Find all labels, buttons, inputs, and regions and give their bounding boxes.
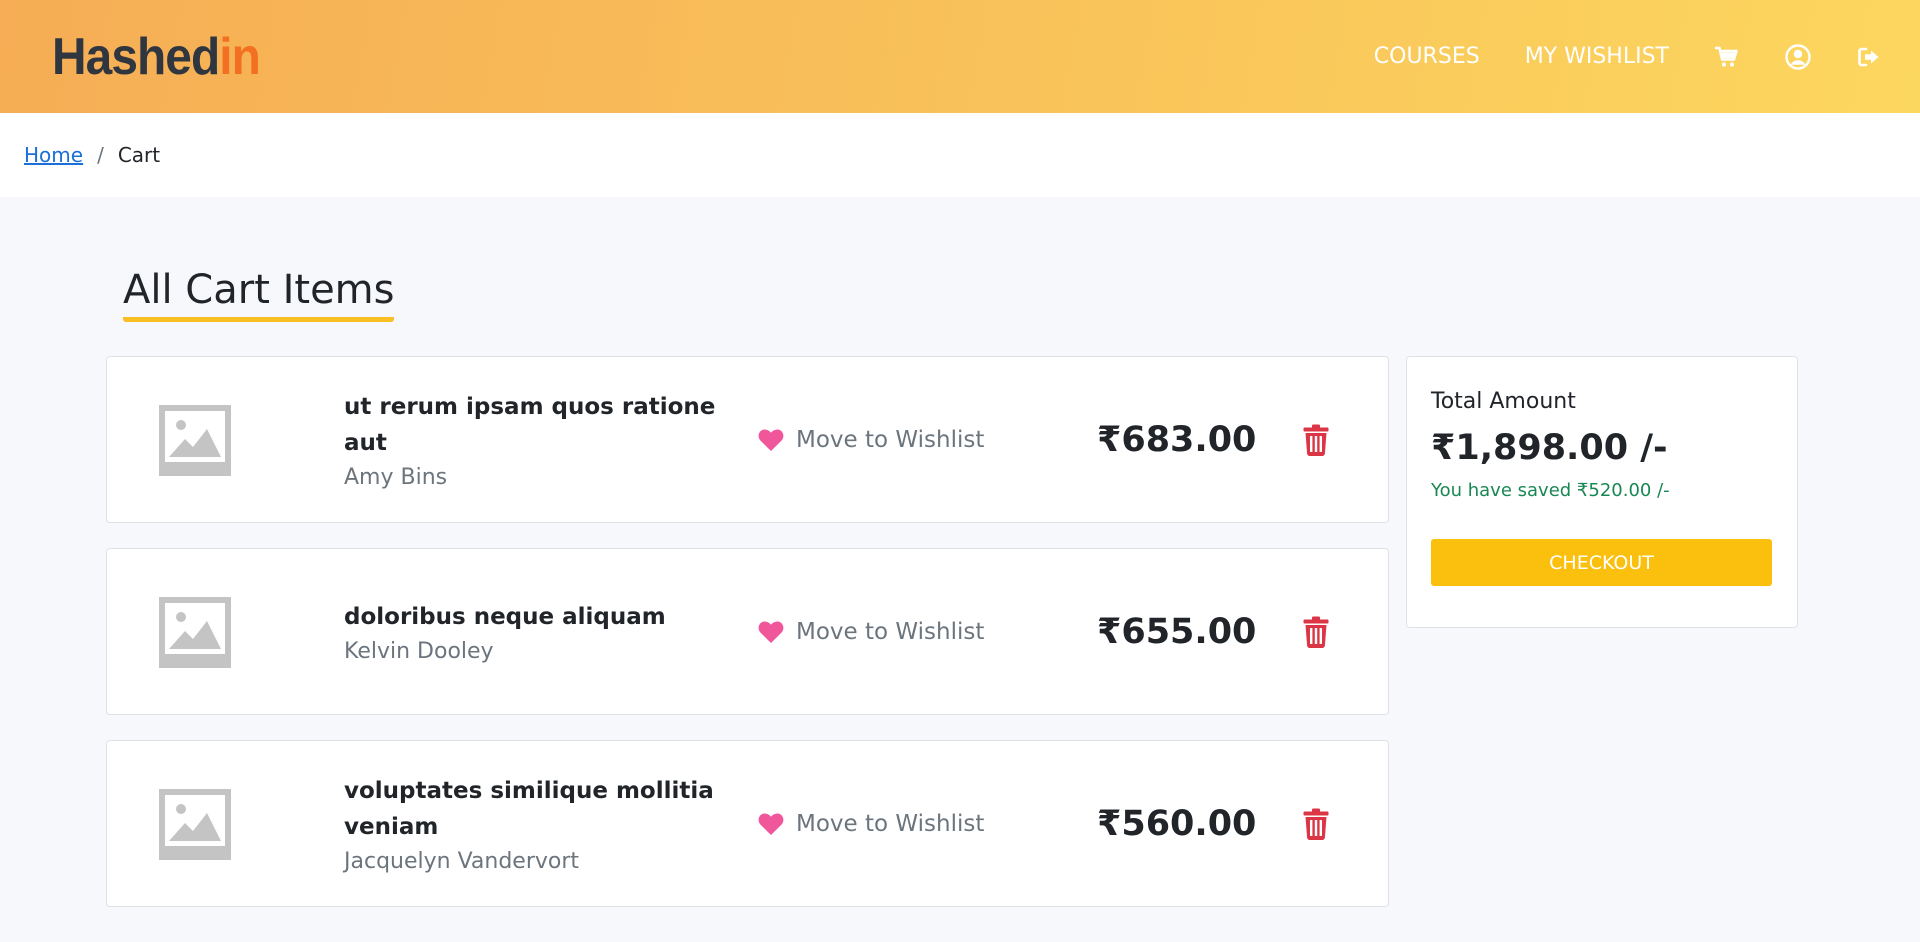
course-title[interactable]: ut rerum ipsam quos ratione aut	[344, 389, 724, 461]
cart-icon[interactable]	[1714, 44, 1740, 70]
cart-item-list: ut rerum ipsam quos ratione aut Amy Bins…	[106, 356, 1389, 932]
cart-item: voluptates similique mollitia veniam Jac…	[106, 740, 1389, 907]
move-to-wishlist-button[interactable]: Move to Wishlist	[758, 741, 984, 906]
image-placeholder-icon	[159, 597, 231, 668]
course-author: Kelvin Dooley	[344, 639, 494, 664]
heart-icon	[758, 620, 784, 643]
course-title[interactable]: doloribus neque aliquam	[344, 599, 724, 635]
breadcrumb-separator: /	[97, 143, 104, 167]
total-amount-label: Total Amount	[1431, 389, 1576, 414]
brand-logo-part1: Hashed	[52, 27, 220, 86]
user-circle-icon[interactable]	[1785, 43, 1811, 70]
course-author: Amy Bins	[344, 465, 448, 490]
image-placeholder-icon	[159, 789, 231, 860]
item-price: ₹655.00	[1097, 611, 1257, 652]
heart-icon	[758, 812, 784, 835]
order-summary-card: Total Amount ₹1,898.00 /- You have saved…	[1406, 356, 1798, 628]
breadcrumb: Home / Cart	[0, 113, 1920, 197]
image-placeholder-icon	[159, 405, 231, 476]
cart-item: ut rerum ipsam quos ratione aut Amy Bins…	[106, 356, 1389, 523]
savings-text: You have saved ₹520.00 /-	[1431, 480, 1670, 501]
main-nav: COURSES MY WISHLIST	[1329, 43, 1882, 70]
delete-item-button[interactable]	[1303, 549, 1329, 714]
item-info: doloribus neque aliquam Kelvin Dooley	[344, 549, 724, 714]
top-navbar: Hashed in COURSES MY WISHLIST	[0, 0, 1920, 113]
delete-item-button[interactable]	[1303, 741, 1329, 906]
delete-item-button[interactable]	[1303, 357, 1329, 522]
nav-wishlist-link[interactable]: MY WISHLIST	[1525, 44, 1669, 69]
nav-courses-link[interactable]: COURSES	[1374, 44, 1480, 69]
trash-icon	[1303, 424, 1329, 456]
course-title[interactable]: voluptates similique mollitia veniam	[344, 773, 724, 845]
item-info: ut rerum ipsam quos ratione aut Amy Bins	[344, 357, 724, 522]
total-amount-value: ₹1,898.00 /-	[1431, 428, 1668, 468]
move-to-wishlist-label: Move to Wishlist	[796, 810, 985, 837]
move-to-wishlist-button[interactable]: Move to Wishlist	[758, 357, 984, 522]
breadcrumb-home-link[interactable]: Home	[24, 143, 83, 167]
move-to-wishlist-label: Move to Wishlist	[796, 618, 985, 645]
heart-icon	[758, 428, 784, 451]
move-to-wishlist-button[interactable]: Move to Wishlist	[758, 549, 984, 714]
page-title: All Cart Items	[123, 267, 395, 322]
trash-icon	[1303, 808, 1329, 840]
course-author: Jacquelyn Vandervort	[344, 849, 580, 874]
cart-item: doloribus neque aliquam Kelvin Dooley Mo…	[106, 548, 1389, 715]
item-price: ₹560.00	[1097, 803, 1257, 844]
brand-logo-part2: in	[219, 27, 261, 86]
trash-icon	[1303, 616, 1329, 648]
brand-logo[interactable]: Hashed in	[52, 27, 261, 87]
checkout-button[interactable]: CHECKOUT	[1431, 539, 1772, 586]
sign-out-icon[interactable]	[1856, 44, 1882, 70]
item-info: voluptates similique mollitia veniam Jac…	[344, 741, 724, 906]
move-to-wishlist-label: Move to Wishlist	[796, 426, 985, 453]
item-price: ₹683.00	[1097, 419, 1257, 460]
breadcrumb-current: Cart	[117, 143, 161, 167]
